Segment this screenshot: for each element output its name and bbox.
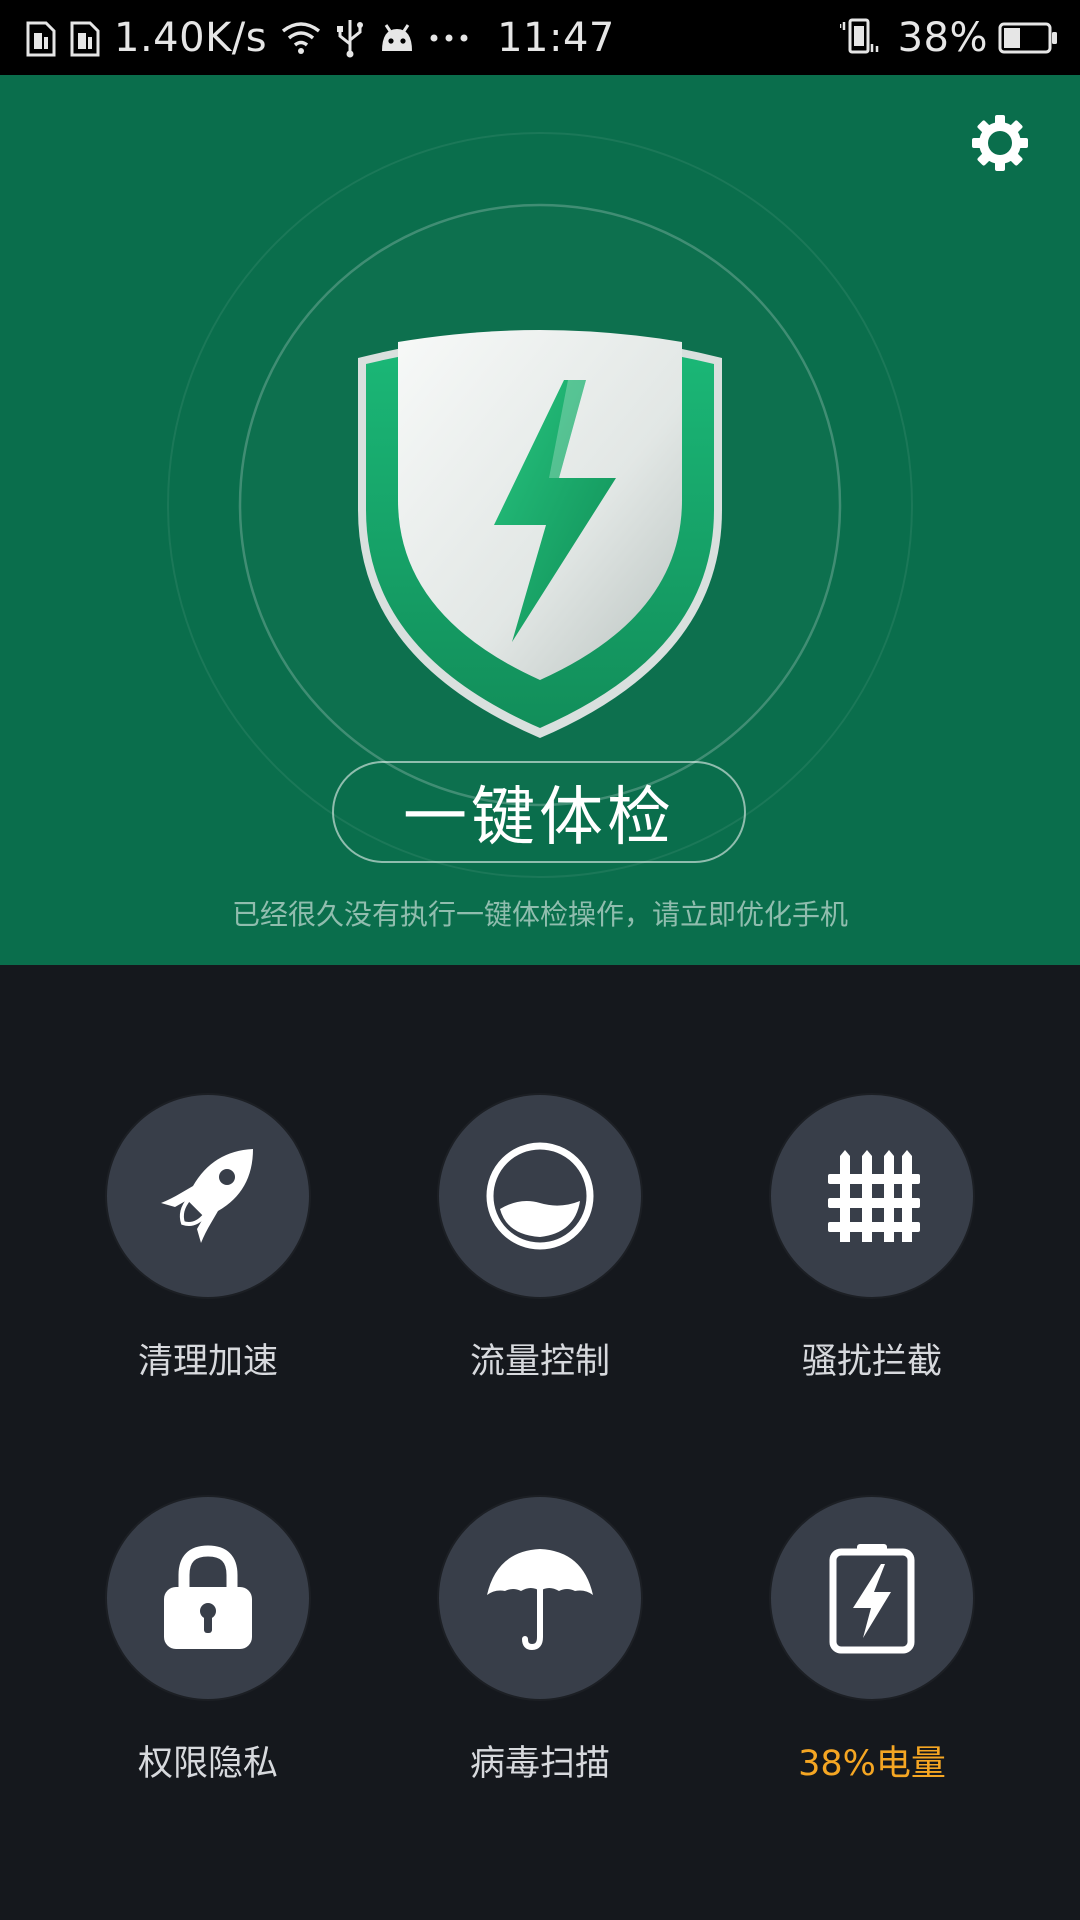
umbrella-icon [487,1549,593,1651]
sim1-icon [26,19,56,57]
feature-privacy-label: 权限隐私 [137,1744,278,1784]
feature-data-control-label: 流量控制 [469,1342,610,1382]
battery-icon [998,21,1058,55]
wifi-icon [281,21,321,55]
sim2-icon [70,19,100,57]
feature-battery[interactable]: 38%电量 [722,1497,1022,1786]
feature-privacy-circle[interactable] [107,1497,309,1699]
feature-virus-scan[interactable]: 病毒扫描 [390,1497,690,1786]
battery-charge-icon [829,1544,915,1654]
feature-data-control-circle[interactable] [439,1095,641,1297]
feature-virus-scan-label: 病毒扫描 [469,1744,610,1784]
feature-harass-block-label: 骚扰拦截 [801,1342,942,1382]
lock-icon [164,1545,252,1649]
feature-cleanup[interactable]: 清理加速 [58,1095,358,1384]
feature-virus-scan-circle[interactable] [439,1497,641,1699]
data-gauge-icon [486,1142,594,1250]
rocket-icon [161,1149,253,1243]
feature-privacy[interactable]: 权限隐私 [58,1497,358,1786]
status-bar: 1.40K/s 11:47 38% [0,0,1080,75]
clock: 11:47 [497,14,615,61]
one-click-check-button[interactable]: 一键体检 [332,761,746,863]
gear-icon [972,115,1028,171]
settings-button[interactable] [968,111,1032,175]
android-icon [379,21,415,55]
battery-percent: 38% [897,14,988,61]
vibrate-icon [839,18,884,58]
feature-battery-circle[interactable] [771,1497,973,1699]
check-hint-text: 已经很久没有执行一键体检操作，请立即优化手机 [231,898,848,931]
fence-icon [828,1150,920,1242]
feature-harass-block-circle[interactable] [771,1095,973,1297]
feature-cleanup-circle[interactable] [107,1095,309,1297]
feature-data-control[interactable]: 流量控制 [390,1095,690,1384]
shield-lightning-icon [354,330,726,744]
feature-cleanup-label: 清理加速 [137,1342,278,1382]
more-dots-icon [429,33,469,43]
feature-harass-block[interactable]: 骚扰拦截 [722,1095,1022,1384]
network-speed: 1.40K/s [114,14,268,61]
feature-battery-label: 38%电量 [798,1744,946,1784]
hero-panel: 一键体检 已经很久没有执行一键体检操作，请立即优化手机 [0,75,1080,965]
usb-icon [335,18,365,58]
